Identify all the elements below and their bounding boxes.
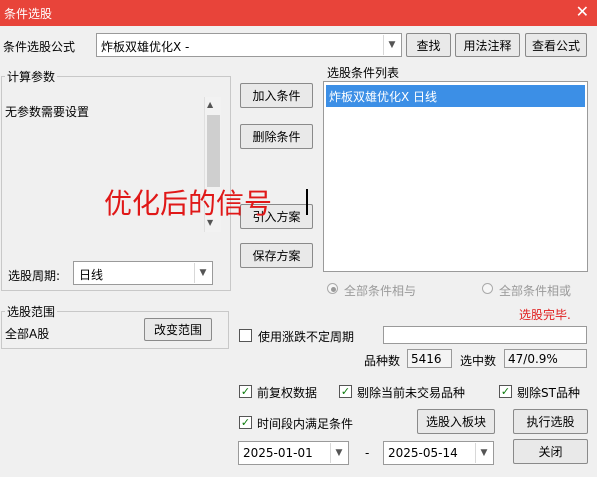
change-range-button[interactable]: 改变范围 (144, 318, 212, 341)
list-item[interactable]: 炸板双雄优化X 日线 (326, 85, 585, 107)
remove-st-label: 剔除ST品种 (517, 386, 580, 400)
chevron-down-icon[interactable]: ▼ (194, 263, 211, 283)
end-date-value: 2025-05-14 (388, 446, 458, 460)
variable-period-checkbox[interactable] (239, 329, 252, 342)
period-label: 选股周期: (8, 269, 61, 283)
selected-field: 47/0.9% (504, 349, 587, 368)
variable-period-input[interactable] (383, 326, 587, 344)
end-date-picker[interactable]: 2025-05-14 ▼ (383, 441, 494, 465)
count-label: 品种数 (364, 354, 401, 368)
fq-label: 前复权数据 (257, 386, 318, 400)
check-icon: ✓ (240, 385, 251, 398)
time-range-checkbox[interactable]: ✓ (239, 416, 252, 429)
check-icon: ✓ (500, 385, 511, 398)
variable-period-label: 使用涨跌不定周期 (258, 330, 355, 344)
count-value: 5416 (411, 352, 442, 366)
chevron-down-icon[interactable]: ▼ (330, 443, 347, 463)
usage-button[interactable]: 用法注释 (455, 33, 520, 57)
close-button[interactable]: 关闭 (513, 439, 588, 464)
check-icon: ✓ (340, 385, 351, 398)
window-title: 条件选股 (4, 7, 53, 21)
period-select-value: 日线 (79, 268, 104, 282)
save-scheme-button[interactable]: 保存方案 (240, 243, 313, 268)
check-icon: ✓ (240, 416, 251, 429)
scroll-up-icon[interactable]: ▲ (207, 100, 213, 109)
params-group-title: 计算参数 (5, 68, 58, 85)
scroll-thumb[interactable] (207, 115, 220, 187)
title-bar: 条件选股 ✕ (0, 0, 597, 26)
start-date-picker[interactable]: 2025-01-01 ▼ (238, 441, 349, 465)
add-condition-button[interactable]: 加入条件 (240, 83, 313, 108)
chevron-down-icon[interactable]: ▼ (383, 35, 400, 55)
radio-or-label: 全部条件相或 (499, 284, 572, 298)
date-separator: - (365, 446, 370, 460)
formula-select[interactable]: 炸板双雄优化X - ▼ (96, 33, 402, 57)
formula-select-value: 炸板双雄优化X - (101, 40, 190, 54)
status-text: 选股完毕. (519, 308, 571, 322)
count-field: 5416 (407, 349, 452, 368)
radio-and-label: 全部条件相与 (344, 284, 417, 298)
start-date-value: 2025-01-01 (243, 446, 313, 460)
remove-untraded-checkbox[interactable]: ✓ (339, 385, 352, 398)
view-formula-button[interactable]: 查看公式 (525, 33, 587, 57)
conditions-list[interactable]: 炸板双雄优化X 日线 (323, 81, 588, 272)
selected-value: 47/0.9% (508, 352, 558, 366)
fq-checkbox[interactable]: ✓ (239, 385, 252, 398)
time-range-label: 时间段内满足条件 (257, 417, 354, 431)
range-value: 全部A股 (5, 327, 50, 341)
radio-and[interactable] (327, 283, 338, 294)
text-cursor (306, 189, 308, 215)
params-text: 无参数需要设置 (5, 105, 90, 119)
execute-button[interactable]: 执行选股 (513, 409, 588, 434)
list-item-label: 炸板双雄优化X 日线 (329, 90, 438, 104)
conditions-title: 选股条件列表 (327, 66, 400, 80)
range-group-title: 选股范围 (5, 303, 58, 320)
close-icon[interactable]: ✕ (576, 2, 589, 21)
find-button[interactable]: 查找 (406, 33, 451, 57)
add-to-block-button[interactable]: 选股入板块 (417, 409, 495, 434)
delete-condition-button[interactable]: 删除条件 (240, 124, 313, 149)
period-select[interactable]: 日线 ▼ (73, 261, 213, 285)
formula-label: 条件选股公式 (3, 40, 76, 54)
selected-label: 选中数 (460, 354, 497, 368)
radio-or[interactable] (482, 283, 493, 294)
overlay-annotation: 优化后的信号 (104, 187, 273, 220)
remove-untraded-label: 剔除当前未交易品种 (357, 386, 466, 400)
remove-st-checkbox[interactable]: ✓ (499, 385, 512, 398)
chevron-down-icon[interactable]: ▼ (475, 443, 492, 463)
